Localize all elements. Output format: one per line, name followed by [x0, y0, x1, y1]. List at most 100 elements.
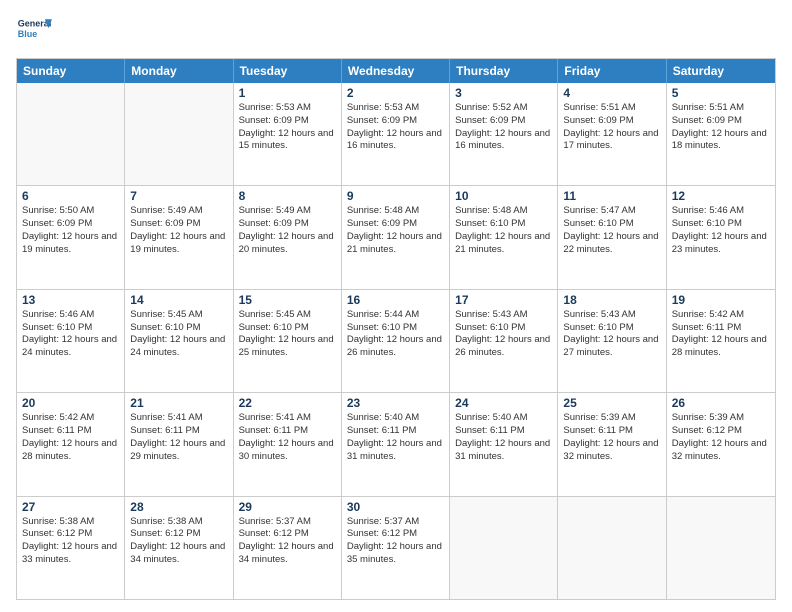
cell-info: Sunrise: 5:50 AMSunset: 6:09 PMDaylight:…: [22, 205, 119, 256]
calendar-cell: 10 Sunrise: 5:48 AMSunset: 6:10 PMDayligh…: [450, 186, 558, 288]
calendar-cell: 27Sunrise: 5:38 AMSunset: 6:12 PMDayligh…: [17, 497, 125, 599]
day-number: 2: [347, 86, 444, 100]
day-number: 8: [239, 189, 336, 203]
day-number: 19: [672, 293, 770, 307]
calendar-row-3: 20 Sunrise: 5:42 AMSunset: 6:11 PMDayligh…: [17, 392, 775, 495]
day-number: 18: [563, 293, 660, 307]
calendar-cell: 1 Sunrise: 5:53 AMSunset: 6:09 PMDaylight…: [234, 83, 342, 185]
weekday-header-friday: Friday: [558, 59, 666, 83]
day-number: 15: [239, 293, 336, 307]
svg-text:Blue: Blue: [18, 29, 38, 39]
day-number: 30: [347, 500, 444, 514]
cell-info: Sunrise: 5:40 AMSunset: 6:11 PMDaylight:…: [455, 412, 552, 463]
cell-info: Sunrise: 5:48 AMSunset: 6:10 PMDaylight:…: [455, 205, 552, 256]
cell-info: Sunrise: 5:53 AMSunset: 6:09 PMDaylight:…: [239, 102, 336, 153]
cell-info: Sunrise: 5:42 AMSunset: 6:11 PMDaylight:…: [672, 309, 770, 360]
weekday-header-monday: Monday: [125, 59, 233, 83]
calendar-cell: 23 Sunrise: 5:40 AMSunset: 6:11 PMDayligh…: [342, 393, 450, 495]
calendar-cell: 24 Sunrise: 5:40 AMSunset: 6:11 PMDayligh…: [450, 393, 558, 495]
calendar-header: SundayMondayTuesdayWednesdayThursdayFrid…: [17, 59, 775, 83]
day-number: 10: [455, 189, 552, 203]
cell-info: Sunrise: 5:46 AMSunset: 6:10 PMDaylight:…: [22, 309, 119, 360]
page: General Blue SundayMondayTuesdayWednesda…: [0, 0, 792, 612]
day-number: 23: [347, 396, 444, 410]
cell-info: Sunrise: 5:38 AMSunset: 6:12 PMDaylight:…: [22, 516, 119, 567]
day-number: 21: [130, 396, 227, 410]
day-number: 13: [22, 293, 119, 307]
calendar-cell: 4Sunrise: 5:51 AMSunset: 6:09 PMDaylight…: [558, 83, 666, 185]
calendar-cell: 5 Sunrise: 5:51 AMSunset: 6:09 PMDaylight…: [667, 83, 775, 185]
day-number: 29: [239, 500, 336, 514]
calendar-cell: 22 Sunrise: 5:41 AMSunset: 6:11 PMDayligh…: [234, 393, 342, 495]
day-number: 22: [239, 396, 336, 410]
calendar-cell: 20 Sunrise: 5:42 AMSunset: 6:11 PMDayligh…: [17, 393, 125, 495]
day-number: 16: [347, 293, 444, 307]
day-number: 17: [455, 293, 552, 307]
calendar: SundayMondayTuesdayWednesdayThursdayFrid…: [16, 58, 776, 600]
calendar-row-0: 1 Sunrise: 5:53 AMSunset: 6:09 PMDaylight…: [17, 83, 775, 185]
calendar-cell: 16 Sunrise: 5:44 AMSunset: 6:10 PMDayligh…: [342, 290, 450, 392]
cell-info: Sunrise: 5:37 AMSunset: 6:12 PMDaylight:…: [239, 516, 336, 567]
calendar-row-1: 6 Sunrise: 5:50 AMSunset: 6:09 PMDaylight…: [17, 185, 775, 288]
cell-info: Sunrise: 5:39 AMSunset: 6:12 PMDaylight:…: [672, 412, 770, 463]
calendar-cell: [558, 497, 666, 599]
header: General Blue: [16, 12, 776, 48]
day-number: 20: [22, 396, 119, 410]
cell-info: Sunrise: 5:45 AMSunset: 6:10 PMDaylight:…: [239, 309, 336, 360]
cell-info: Sunrise: 5:51 AMSunset: 6:09 PMDaylight:…: [563, 102, 660, 153]
day-number: 12: [672, 189, 770, 203]
calendar-cell: 9 Sunrise: 5:48 AMSunset: 6:09 PMDaylight…: [342, 186, 450, 288]
calendar-cell: 11 Sunrise: 5:47 AMSunset: 6:10 PMDayligh…: [558, 186, 666, 288]
calendar-body: 1 Sunrise: 5:53 AMSunset: 6:09 PMDaylight…: [17, 83, 775, 599]
logo-icon: General Blue: [16, 12, 52, 48]
calendar-cell: 17 Sunrise: 5:43 AMSunset: 6:10 PMDayligh…: [450, 290, 558, 392]
day-number: 5: [672, 86, 770, 100]
cell-info: Sunrise: 5:44 AMSunset: 6:10 PMDaylight:…: [347, 309, 444, 360]
calendar-cell: 21 Sunrise: 5:41 AMSunset: 6:11 PMDayligh…: [125, 393, 233, 495]
weekday-header-wednesday: Wednesday: [342, 59, 450, 83]
calendar-cell: 25Sunrise: 5:39 AMSunset: 6:11 PMDayligh…: [558, 393, 666, 495]
cell-info: Sunrise: 5:51 AMSunset: 6:09 PMDaylight:…: [672, 102, 770, 153]
cell-info: Sunrise: 5:48 AMSunset: 6:09 PMDaylight:…: [347, 205, 444, 256]
cell-info: Sunrise: 5:40 AMSunset: 6:11 PMDaylight:…: [347, 412, 444, 463]
calendar-row-2: 13 Sunrise: 5:46 AMSunset: 6:10 PMDayligh…: [17, 289, 775, 392]
cell-info: Sunrise: 5:42 AMSunset: 6:11 PMDaylight:…: [22, 412, 119, 463]
day-number: 3: [455, 86, 552, 100]
cell-info: Sunrise: 5:45 AMSunset: 6:10 PMDaylight:…: [130, 309, 227, 360]
cell-info: Sunrise: 5:43 AMSunset: 6:10 PMDaylight:…: [563, 309, 660, 360]
calendar-cell: [125, 83, 233, 185]
cell-info: Sunrise: 5:52 AMSunset: 6:09 PMDaylight:…: [455, 102, 552, 153]
cell-info: Sunrise: 5:41 AMSunset: 6:11 PMDaylight:…: [130, 412, 227, 463]
day-number: 26: [672, 396, 770, 410]
day-number: 6: [22, 189, 119, 203]
calendar-row-4: 27Sunrise: 5:38 AMSunset: 6:12 PMDayligh…: [17, 496, 775, 599]
day-number: 9: [347, 189, 444, 203]
calendar-cell: 7 Sunrise: 5:49 AMSunset: 6:09 PMDaylight…: [125, 186, 233, 288]
day-number: 11: [563, 189, 660, 203]
calendar-cell: 15 Sunrise: 5:45 AMSunset: 6:10 PMDayligh…: [234, 290, 342, 392]
cell-info: Sunrise: 5:47 AMSunset: 6:10 PMDaylight:…: [563, 205, 660, 256]
calendar-cell: 12 Sunrise: 5:46 AMSunset: 6:10 PMDayligh…: [667, 186, 775, 288]
day-number: 1: [239, 86, 336, 100]
calendar-cell: 26 Sunrise: 5:39 AMSunset: 6:12 PMDayligh…: [667, 393, 775, 495]
calendar-cell: 6 Sunrise: 5:50 AMSunset: 6:09 PMDaylight…: [17, 186, 125, 288]
calendar-cell: [450, 497, 558, 599]
cell-info: Sunrise: 5:39 AMSunset: 6:11 PMDaylight:…: [563, 412, 660, 463]
calendar-cell: 29 Sunrise: 5:37 AMSunset: 6:12 PMDayligh…: [234, 497, 342, 599]
calendar-cell: 28Sunrise: 5:38 AMSunset: 6:12 PMDayligh…: [125, 497, 233, 599]
calendar-cell: [667, 497, 775, 599]
cell-info: Sunrise: 5:53 AMSunset: 6:09 PMDaylight:…: [347, 102, 444, 153]
weekday-header-sunday: Sunday: [17, 59, 125, 83]
calendar-cell: [17, 83, 125, 185]
cell-info: Sunrise: 5:41 AMSunset: 6:11 PMDaylight:…: [239, 412, 336, 463]
day-number: 24: [455, 396, 552, 410]
cell-info: Sunrise: 5:49 AMSunset: 6:09 PMDaylight:…: [130, 205, 227, 256]
day-number: 28: [130, 500, 227, 514]
weekday-header-saturday: Saturday: [667, 59, 775, 83]
day-number: 7: [130, 189, 227, 203]
cell-info: Sunrise: 5:46 AMSunset: 6:10 PMDaylight:…: [672, 205, 770, 256]
weekday-header-tuesday: Tuesday: [234, 59, 342, 83]
calendar-cell: 14Sunrise: 5:45 AMSunset: 6:10 PMDayligh…: [125, 290, 233, 392]
cell-info: Sunrise: 5:37 AMSunset: 6:12 PMDaylight:…: [347, 516, 444, 567]
cell-info: Sunrise: 5:43 AMSunset: 6:10 PMDaylight:…: [455, 309, 552, 360]
